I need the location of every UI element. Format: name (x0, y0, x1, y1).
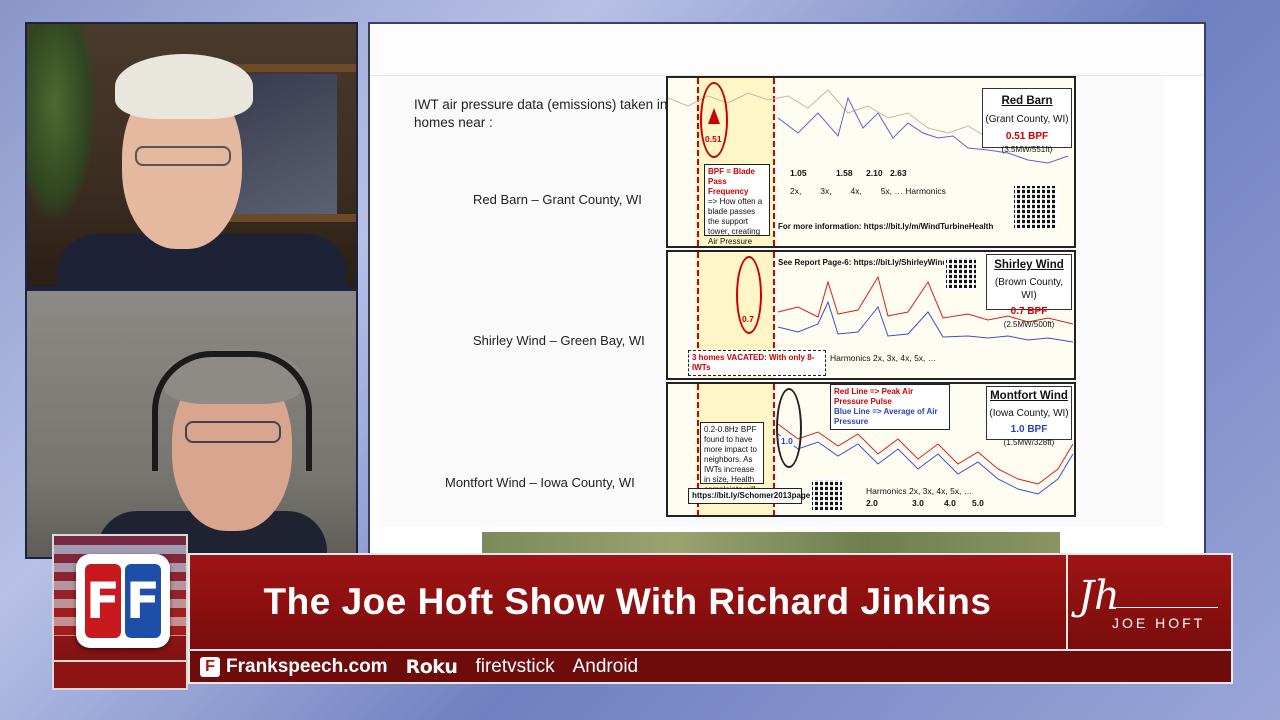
brand-name: JOE HOFT (1112, 615, 1206, 631)
firetv-logo: firetvstick (475, 655, 555, 677)
vacated-note: 3 homes VACATED: With only 8-IWTs (688, 350, 826, 376)
chart-montfort-wind: 1.0 Red Line => Peak Air Pressure Pulse … (666, 382, 1076, 517)
logo-letter-blue: F (125, 564, 161, 638)
chart-title: Red Barn (1001, 95, 1053, 107)
harmonic-value-4: 2.63 (890, 168, 907, 178)
bpf-value: 1.0 BPF (1010, 424, 1048, 435)
chart-red-barn: 0.51 Red Barn (Grant County, WI) 0.51 BP… (666, 76, 1076, 248)
note-body: => How often a blade passes the support … (708, 197, 763, 246)
legend-blue: Blue Line => Average of Air Pressure (834, 407, 938, 426)
harmonic-value-3: 4.0 (944, 498, 956, 508)
host-video-feed (25, 22, 358, 289)
schomer-link: https://bit.ly/Schomer2013page2 (688, 488, 815, 504)
plant (27, 24, 97, 224)
logo-letter-red: F (85, 564, 121, 638)
presentation-slide: IWT air pressure data (emissions) taken … (368, 22, 1206, 562)
roku-logo: Roku (405, 655, 458, 678)
qr-code (810, 478, 844, 512)
bpf-value: 0.51 BPF (1005, 131, 1049, 142)
signature-logo: Jh (1078, 573, 1120, 619)
show-title-banner: The Joe Hoft Show With Richard Jinkins J… (188, 553, 1233, 651)
frankspeech-logo: F F (76, 554, 170, 648)
qr-code (944, 256, 978, 290)
chart-legend-shirley-wind: Shirley Wind (Brown County, WI) 0.7 BPF … (986, 254, 1072, 329)
harmonic-value-3: 2.10 (866, 168, 883, 178)
site-label-shirley-wind: Shirley Wind – Green Bay, WI (473, 333, 645, 348)
impact-note: 0.2-0.8Hz BPF found to have more impact … (700, 422, 764, 504)
harmonic-labels: 2x, 3x, 4x, 5x, … Harmonics (790, 186, 946, 196)
note-title: BPF = Blade Pass Frequency (708, 167, 755, 196)
host-glasses (135, 146, 231, 166)
host-hair (115, 54, 253, 119)
bpf-detail: (3.5MW/551ft) (1001, 145, 1053, 154)
show-title: The Joe Hoft Show With Richard Jinkins (263, 581, 992, 622)
guest-video-feed (25, 289, 358, 559)
bpf-marker-value: 0.51 (705, 134, 722, 144)
harmonic-value-4: 5.0 (972, 498, 984, 508)
frankspeech-link[interactable]: F Frankspeech.com (200, 656, 388, 678)
harmonic-value-2: 3.0 (912, 498, 924, 508)
harmonics-label: Harmonics 2x, 3x, 4x, 5x, … (830, 353, 937, 363)
frankspeech-label: Frankspeech.com (226, 655, 388, 677)
bpf-marker-value: 1.0 (780, 436, 794, 446)
harmonics-label: Harmonics 2x, 3x, 4x, 5x, … (866, 486, 973, 496)
joe-hoft-logo: Jh JOE HOFT (1066, 555, 1231, 649)
bpf-detail: (2.5MW/500ft) (1003, 320, 1055, 329)
frankspeech-logo-card: F F (52, 534, 188, 690)
chart-county: (Iowa County, WI) (989, 408, 1069, 419)
frankspeech-icon: F (200, 656, 220, 677)
chart-title: Montfort Wind (990, 390, 1068, 402)
line-legend: Red Line => Peak Air Pressure Pulse Blue… (830, 384, 950, 430)
bpf-marker-oval (776, 388, 802, 468)
site-label-montfort-wind: Montfort Wind – Iowa County, WI (445, 475, 635, 490)
bpf-detail: (1.5MW/328ft) (1003, 438, 1055, 447)
site-label-red-barn: Red Barn – Grant County, WI (473, 192, 642, 207)
chart-legend-red-barn: Red Barn (Grant County, WI) 0.51 BPF (3.… (982, 88, 1072, 154)
guest-glasses (185, 421, 281, 443)
more-info-link: For more information: https://bit.ly/m/W… (778, 222, 994, 231)
slide-content: IWT air pressure data (emissions) taken … (380, 76, 1164, 526)
harmonic-value-2: 1.58 (836, 168, 853, 178)
slide-intro-text: IWT air pressure data (emissions) taken … (414, 97, 668, 130)
platform-ticker: F Frankspeech.com Roku firetvstick Andro… (188, 651, 1233, 684)
divider (1110, 607, 1218, 608)
harmonic-value-1: 2.0 (866, 498, 878, 508)
bpf-marker-value: 0.7 (742, 314, 754, 324)
android-logo: Android (572, 655, 639, 677)
slide-header-area (370, 24, 1204, 76)
qr-code (1012, 184, 1058, 230)
chart-shirley-wind: 0.7 See Report Page-6: https://bit.ly/Sh… (666, 250, 1076, 380)
headset-icon (152, 351, 312, 471)
chart-county: (Grant County, WI) (985, 114, 1069, 125)
report-link: See Report Page-6: https://bit.ly/Shirle… (778, 258, 948, 267)
chart-legend-montfort-wind: Montfort Wind (Iowa County, WI) 1.0 BPF … (986, 386, 1072, 447)
logo-card-footer (54, 660, 186, 688)
vacated-text: 3 homes VACATED: With only 8-IWTs (692, 353, 815, 372)
chart-county: (Brown County, WI) (994, 277, 1064, 301)
legend-red: Red Line => Peak Air Pressure Pulse (834, 387, 914, 406)
harmonic-value-1: 1.05 (790, 168, 807, 178)
chart-title: Shirley Wind (994, 259, 1064, 271)
bpf-value: 0.7 BPF (1010, 306, 1048, 317)
bpf-definition-note: BPF = Blade Pass Frequency => How often … (704, 164, 770, 246)
arrow-up-icon (708, 108, 720, 124)
